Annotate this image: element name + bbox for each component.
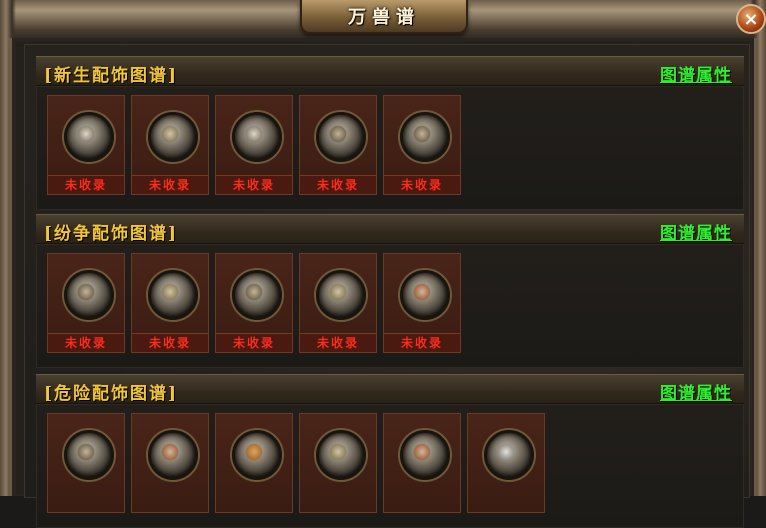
status-label: 未收录	[132, 175, 208, 194]
accessory-icon	[232, 430, 282, 480]
title-plate: 万兽谱	[300, 0, 468, 34]
accessory-icon	[400, 270, 450, 320]
section-attributes-link[interactable]: 图谱属性	[660, 61, 732, 86]
accessory-slot[interactable]: 未收录	[47, 253, 125, 353]
accessory-slot[interactable]: 未收录	[215, 253, 293, 353]
status-label: 未收录	[216, 175, 292, 194]
status-label: 未收录	[300, 333, 376, 352]
section-slots: 未收录 未收录 未收录 未收录 未收录	[36, 244, 744, 368]
section-strife: [纷争配饰图谱] 图谱属性 未收录 未收录 未收录 未收录 未收录	[36, 214, 744, 368]
accessory-icon	[484, 430, 534, 480]
accessory-slot[interactable]: 未收录	[383, 253, 461, 353]
accessory-icon	[64, 270, 114, 320]
accessory-icon	[232, 112, 282, 162]
status-label: 未收录	[216, 333, 292, 352]
accessory-slot[interactable]	[467, 413, 545, 513]
accessory-icon	[400, 430, 450, 480]
section-title: [危险配饰图谱]	[44, 384, 179, 404]
status-label: 未收录	[300, 175, 376, 194]
status-label: 未收录	[48, 175, 124, 194]
section-header: [新生配饰图谱] 图谱属性	[36, 56, 744, 86]
section-slots: 未收录 未收录 未收录 未收录 未收录	[36, 86, 744, 210]
status-label: 未收录	[48, 333, 124, 352]
accessory-slot[interactable]: 未收录	[383, 95, 461, 195]
accessory-slot[interactable]	[215, 413, 293, 513]
accessory-slot[interactable]: 未收录	[299, 95, 377, 195]
accessory-slot[interactable]: 未收录	[215, 95, 293, 195]
accessory-icon	[148, 112, 198, 162]
section-attributes-link[interactable]: 图谱属性	[660, 379, 732, 404]
accessory-icon	[316, 112, 366, 162]
accessory-slot[interactable]: 未收录	[131, 95, 209, 195]
section-attributes-link[interactable]: 图谱属性	[660, 219, 732, 244]
section-title: [纷争配饰图谱]	[44, 224, 179, 244]
section-header: [危险配饰图谱] 图谱属性	[36, 374, 744, 404]
close-button[interactable]: ×	[736, 4, 766, 34]
accessory-icon	[400, 112, 450, 162]
accessory-icon	[316, 430, 366, 480]
accessory-icon	[148, 270, 198, 320]
section-title: [新生配饰图谱]	[44, 66, 179, 86]
accessory-slot[interactable]	[299, 413, 377, 513]
section-slots	[36, 404, 744, 528]
accessory-slot[interactable]: 未收录	[47, 95, 125, 195]
window-title: 万兽谱	[348, 7, 420, 28]
accessory-icon	[148, 430, 198, 480]
accessory-icon	[316, 270, 366, 320]
section-header: [纷争配饰图谱] 图谱属性	[36, 214, 744, 244]
accessory-slot[interactable]: 未收录	[131, 253, 209, 353]
section-danger: [危险配饰图谱] 图谱属性	[36, 374, 744, 528]
accessory-icon	[232, 270, 282, 320]
status-label: 未收录	[384, 175, 460, 194]
accessory-icon	[64, 430, 114, 480]
accessory-icon	[64, 112, 114, 162]
section-newborn: [新生配饰图谱] 图谱属性 未收录 未收录 未收录 未收录 未收录	[36, 56, 744, 210]
status-label: 未收录	[132, 333, 208, 352]
close-icon: ×	[743, 8, 759, 30]
accessory-slot[interactable]: 未收录	[299, 253, 377, 353]
accessory-slot[interactable]	[383, 413, 461, 513]
accessory-slot[interactable]	[47, 413, 125, 513]
accessory-slot[interactable]	[131, 413, 209, 513]
status-label: 未收录	[384, 333, 460, 352]
